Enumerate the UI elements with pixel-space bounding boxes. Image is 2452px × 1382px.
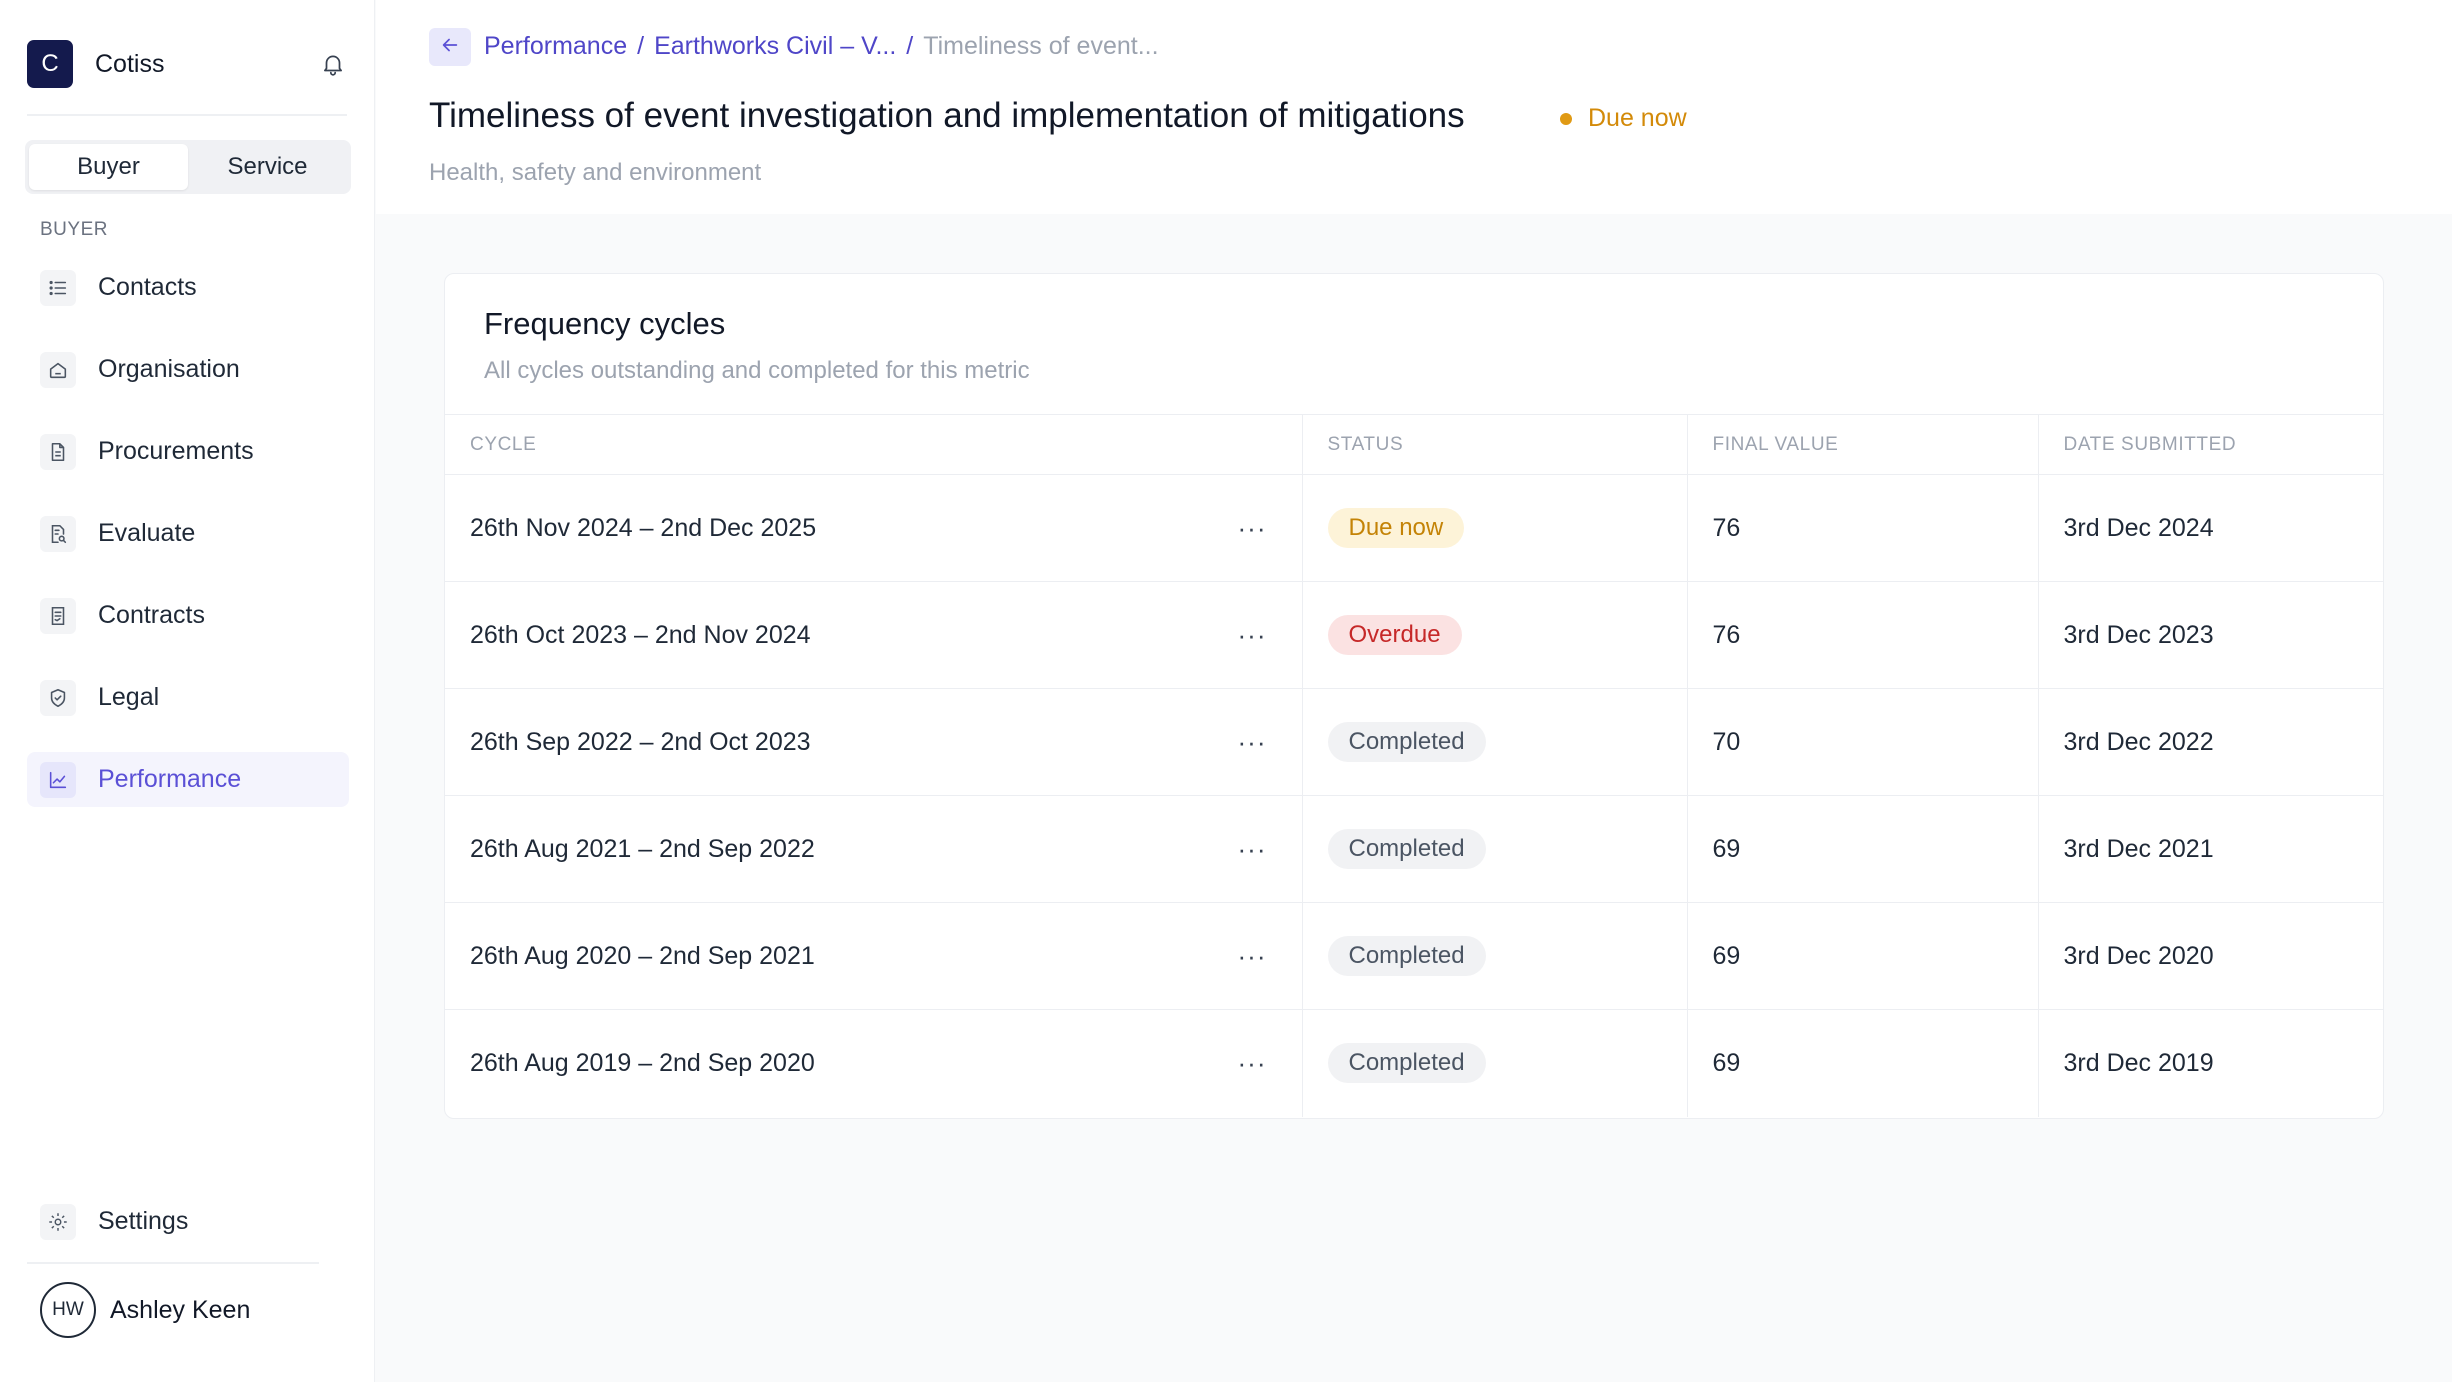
back-button[interactable] — [429, 28, 471, 66]
column-header-date-submitted: DATE SUBMITTED — [2037, 414, 2383, 475]
final-value: 69 — [1686, 795, 2038, 903]
more-options-icon[interactable]: ··· — [1238, 729, 1267, 755]
sidebar-item-label: Organisation — [98, 355, 240, 383]
date-submitted: 3rd Dec 2019 — [2037, 1009, 2383, 1117]
sidebar: C Cotiss Buyer Service BUYER Contacts Or… — [0, 0, 375, 1382]
date-submitted: 3rd Dec 2024 — [2037, 474, 2383, 582]
gear-icon — [40, 1203, 76, 1240]
status-badge: Completed — [1327, 1043, 1486, 1084]
sidebar-nav: Contacts Organisation Procurements Evalu… — [27, 260, 349, 834]
final-value: 70 — [1686, 688, 2038, 796]
final-value: 76 — [1686, 474, 2038, 582]
date-submitted: 3rd Dec 2022 — [2037, 688, 2383, 796]
sidebar-item-label: Performance — [98, 765, 242, 793]
brand: C Cotiss — [27, 40, 347, 88]
sidebar-item-procurements[interactable]: Procurements — [27, 424, 349, 479]
sidebar-section-label: BUYER — [40, 219, 108, 240]
cycle-range: 26th Sep 2022 – 2nd Oct 2023 — [470, 727, 811, 756]
sidebar-item-label: Contracts — [98, 601, 205, 629]
more-options-icon[interactable]: ··· — [1238, 515, 1267, 541]
date-submitted: 3rd Dec 2021 — [2037, 795, 2383, 903]
more-options-icon[interactable]: ··· — [1238, 622, 1267, 648]
sidebar-item-legal[interactable]: Legal — [27, 670, 349, 725]
sidebar-divider — [27, 1262, 319, 1264]
cycle-range: 26th Oct 2023 – 2nd Nov 2024 — [470, 620, 811, 649]
sidebar-item-settings[interactable]: Settings — [27, 1194, 349, 1249]
table-header-row: CYCLE STATUS FINAL VALUE DATE SUBMITTED — [445, 414, 2383, 475]
mode-toggle: Buyer Service — [25, 140, 351, 194]
sidebar-item-contracts[interactable]: Contracts — [27, 588, 349, 643]
page-title: Timeliness of event investigation and im… — [429, 96, 1465, 135]
status-badge: Completed — [1327, 722, 1486, 762]
shield-icon — [40, 679, 76, 716]
sidebar-item-organisation[interactable]: Organisation — [27, 342, 349, 397]
more-options-icon[interactable]: ··· — [1238, 1050, 1267, 1076]
sidebar-item-label: Settings — [98, 1207, 189, 1235]
bell-icon[interactable] — [319, 50, 347, 78]
page-subtitle: Health, safety and environment — [429, 159, 762, 186]
final-value: 69 — [1686, 902, 2038, 1010]
user-profile[interactable]: HW Ashley Keen — [40, 1282, 250, 1338]
cycles-table: CYCLE STATUS FINAL VALUE DATE SUBMITTED … — [445, 414, 2383, 1117]
frequency-cycles-card: Frequency cycles All cycles outstanding … — [444, 273, 2384, 1119]
more-options-icon[interactable]: ··· — [1238, 836, 1267, 862]
status-badge: Overdue — [1327, 615, 1462, 655]
table-row[interactable]: 26th Nov 2024 – 2nd Dec 2025 ··· Due now … — [445, 474, 2383, 582]
column-header-cycle: CYCLE — [445, 414, 1302, 475]
card-title: Frequency cycles — [484, 306, 726, 341]
final-value: 69 — [1686, 1009, 2038, 1117]
arrow-left-icon — [439, 34, 461, 61]
cycle-range: 26th Aug 2021 – 2nd Sep 2022 — [470, 834, 815, 863]
cycle-range: 26th Aug 2019 – 2nd Sep 2020 — [470, 1048, 815, 1077]
table-row[interactable]: 26th Aug 2021 – 2nd Sep 2022 ··· Complete… — [445, 795, 2383, 903]
sidebar-item-evaluate[interactable]: Evaluate — [27, 506, 349, 561]
toggle-service[interactable]: Service — [188, 144, 347, 190]
home-icon — [40, 351, 76, 388]
brand-name: Cotiss — [95, 49, 165, 78]
toggle-buyer[interactable]: Buyer — [29, 144, 188, 190]
breadcrumb-separator: / — [906, 32, 914, 60]
breadcrumb-current: Timeliness of event... — [923, 32, 1159, 60]
sidebar-item-label: Legal — [98, 683, 160, 711]
breadcrumb-separator: / — [637, 32, 645, 60]
sidebar-item-contacts[interactable]: Contacts — [27, 260, 349, 315]
status-badge: Due now — [1560, 104, 1687, 133]
chart-line-icon — [40, 761, 76, 798]
breadcrumb: Performance / Earthworks Civil – V... / … — [484, 32, 1159, 61]
avatar: HW — [40, 1282, 96, 1338]
cycle-range: 26th Aug 2020 – 2nd Sep 2021 — [470, 941, 815, 970]
table-row[interactable]: 26th Aug 2019 – 2nd Sep 2020 ··· Complete… — [445, 1009, 2383, 1117]
user-name: Ashley Keen — [110, 1295, 251, 1324]
more-options-icon[interactable]: ··· — [1238, 943, 1267, 969]
column-header-final-value: FINAL VALUE — [1686, 414, 2038, 475]
sidebar-item-label: Procurements — [98, 437, 254, 465]
table-row[interactable]: 26th Oct 2023 – 2nd Nov 2024 ··· Overdue … — [445, 581, 2383, 689]
sidebar-divider — [27, 114, 347, 116]
status-dot-icon — [1560, 112, 1572, 125]
breadcrumb-contract[interactable]: Earthworks Civil – V... — [654, 32, 896, 61]
status-label: Due now — [1588, 104, 1687, 132]
status-badge: Completed — [1327, 829, 1486, 869]
breadcrumb-performance[interactable]: Performance — [484, 32, 627, 61]
table-row[interactable]: 26th Aug 2020 – 2nd Sep 2021 ··· Complete… — [445, 902, 2383, 1010]
contract-icon — [40, 597, 76, 634]
card-subtitle: All cycles outstanding and completed for… — [484, 357, 1030, 384]
column-header-status: STATUS — [1301, 414, 1687, 475]
document-icon — [40, 433, 76, 470]
table-row[interactable]: 26th Sep 2022 – 2nd Oct 2023 ··· Complete… — [445, 688, 2383, 796]
final-value: 76 — [1686, 581, 2038, 689]
sidebar-item-performance[interactable]: Performance — [27, 752, 349, 807]
cycle-range: 26th Nov 2024 – 2nd Dec 2025 — [470, 513, 817, 542]
date-submitted: 3rd Dec 2023 — [2037, 581, 2383, 689]
status-badge: Completed — [1327, 936, 1486, 976]
brand-logo[interactable]: C — [27, 40, 73, 88]
sidebar-item-label: Evaluate — [98, 519, 196, 547]
document-search-icon — [40, 515, 76, 552]
sidebar-item-label: Contacts — [98, 273, 197, 301]
list-icon — [40, 269, 76, 306]
page-header: Performance / Earthworks Civil – V... / … — [376, 0, 2452, 214]
status-badge: Due now — [1327, 508, 1465, 548]
date-submitted: 3rd Dec 2020 — [2037, 902, 2383, 1010]
